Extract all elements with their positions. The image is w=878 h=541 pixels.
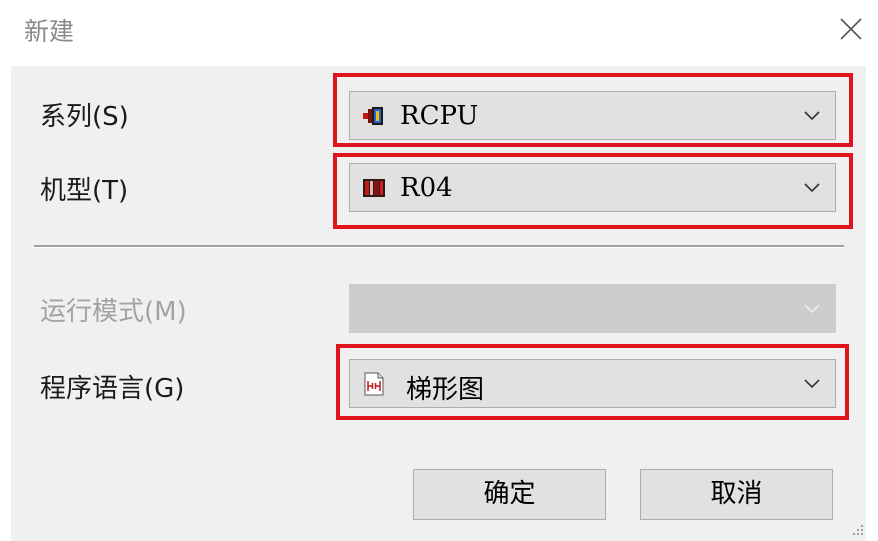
cancel-button[interactable]: 取消 — [640, 469, 833, 520]
separator — [34, 245, 844, 248]
chevron-down-icon — [804, 183, 820, 193]
chevron-down-icon — [804, 304, 820, 314]
dialog-titlebar: 新建 — [0, 0, 878, 66]
series-dropdown[interactable]: RCPU — [349, 91, 836, 140]
program-language-value: 梯形图 — [406, 375, 485, 405]
resize-grip-icon[interactable] — [851, 523, 865, 537]
program-language-label: 程序语言(G) — [40, 374, 185, 404]
model-value: R04 — [400, 173, 453, 203]
run-mode-label: 运行模式(M) — [40, 297, 187, 327]
model-dropdown[interactable]: R04 — [349, 163, 836, 212]
run-mode-dropdown — [349, 284, 836, 333]
ok-button[interactable]: 确定 — [413, 469, 606, 520]
program-language-dropdown[interactable]: 梯形图 — [349, 359, 836, 408]
dialog-title: 新建 — [24, 17, 75, 46]
close-icon[interactable] — [836, 14, 866, 44]
ladder-diagram-icon — [364, 372, 384, 396]
model-label: 机型(T) — [40, 176, 129, 206]
chevron-down-icon — [804, 379, 820, 389]
series-label: 系列(S) — [40, 102, 129, 132]
series-value: RCPU — [400, 101, 479, 131]
rcpu-series-icon — [363, 107, 383, 125]
chevron-down-icon — [804, 111, 820, 121]
cpu-model-icon — [363, 179, 385, 197]
